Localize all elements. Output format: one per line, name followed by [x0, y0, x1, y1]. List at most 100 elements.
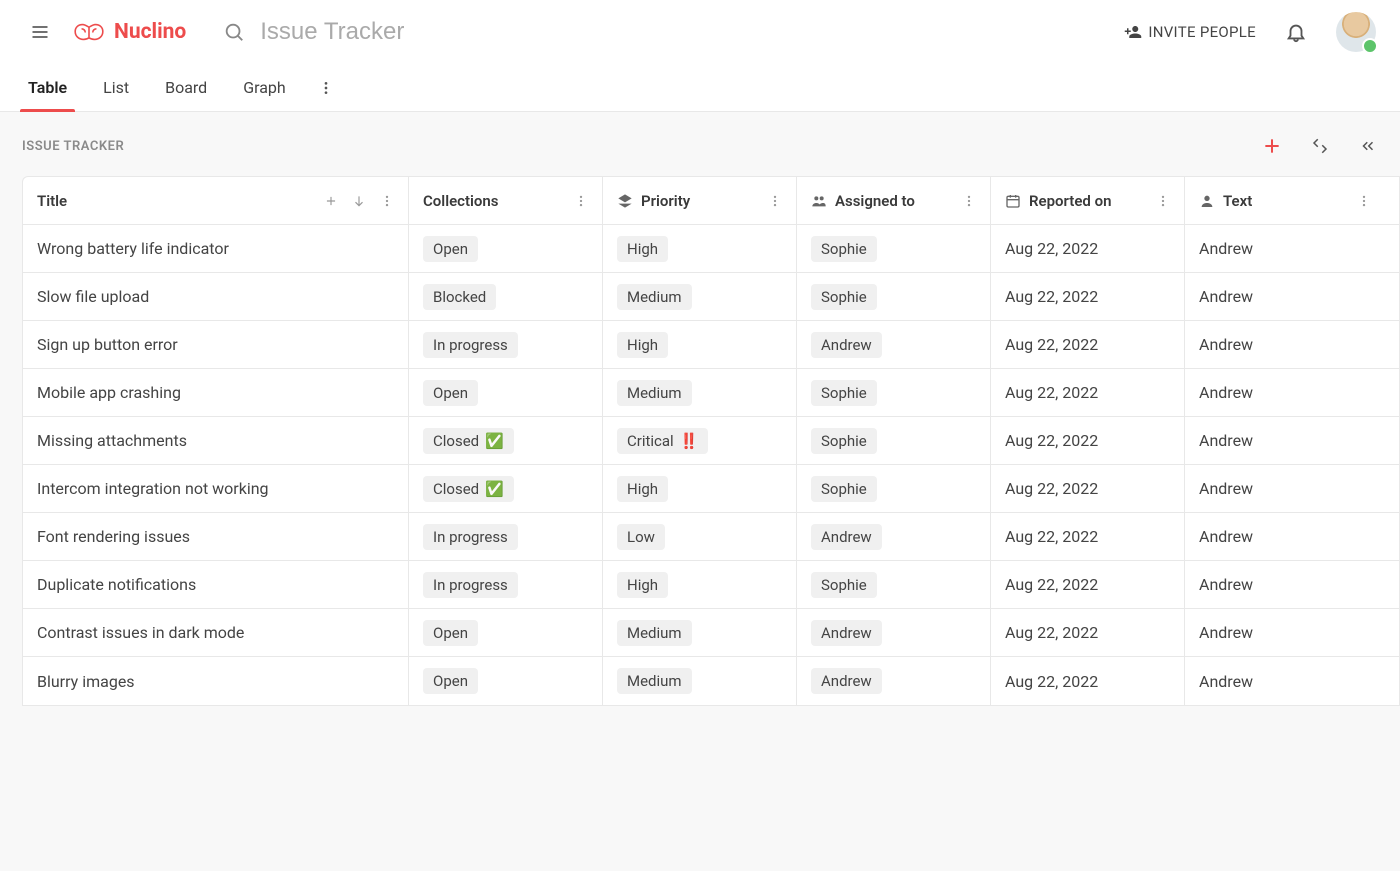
table-row[interactable]: Wrong battery life indicator Open High Soph… [23, 225, 1399, 273]
add-column-button[interactable] [324, 194, 338, 208]
priority-chip[interactable]: High [617, 332, 668, 358]
table-row[interactable]: Missing attachments Closed✅ Critical‼️ Soph… [23, 417, 1399, 465]
assignee-chip[interactable]: Sophie [811, 236, 877, 262]
priority-chip[interactable]: High [617, 572, 668, 598]
search-input[interactable] [258, 17, 558, 47]
priority-chip[interactable]: High [617, 476, 668, 502]
reporter-name: Andrew [1199, 287, 1253, 306]
collapse-button[interactable] [1304, 130, 1336, 162]
cell-title[interactable]: Intercom integration not working [23, 465, 409, 512]
priority-chip[interactable]: High [617, 236, 668, 262]
notifications-button[interactable] [1280, 16, 1312, 48]
cell-title[interactable]: Font rendering issues [23, 513, 409, 560]
collection-chip[interactable]: Blocked [423, 284, 496, 310]
priority-chip[interactable]: Medium [617, 620, 692, 646]
add-row-button[interactable] [1256, 130, 1288, 162]
collection-chip[interactable]: Open [423, 380, 478, 406]
column-header-title[interactable]: Title [23, 177, 409, 224]
assignee-chip[interactable]: Andrew [811, 668, 882, 694]
tab-list[interactable]: List [99, 64, 133, 111]
priority-chip[interactable]: Low [617, 524, 665, 550]
assignee-chip[interactable]: Sophie [811, 476, 877, 502]
tab-board[interactable]: Board [161, 64, 211, 111]
cell-assigned: Sophie [797, 561, 991, 608]
assignee-chip[interactable]: Sophie [811, 284, 877, 310]
bell-icon [1285, 21, 1307, 43]
collection-chip[interactable]: Open [423, 668, 478, 694]
people-icon [811, 193, 827, 209]
panel-toggle-button[interactable] [1352, 130, 1384, 162]
invite-label: INVITE PEOPLE [1148, 23, 1256, 41]
cell-title[interactable]: Mobile app crashing [23, 369, 409, 416]
assignee-chip[interactable]: Sophie [811, 572, 877, 598]
column-header-assigned[interactable]: Assigned to [797, 177, 991, 224]
sort-button[interactable] [352, 194, 366, 208]
cell-title[interactable]: Wrong battery life indicator [23, 225, 409, 272]
assignee-chip[interactable]: Sophie [811, 380, 877, 406]
column-header-text[interactable]: Text [1185, 177, 1385, 224]
cell-reported: Aug 22, 2022 [991, 657, 1185, 705]
column-title-more[interactable] [380, 194, 394, 208]
collection-chip[interactable]: In progress [423, 572, 518, 598]
search-button[interactable] [218, 16, 250, 48]
breadcrumb[interactable]: ISSUE TRACKER [22, 139, 124, 154]
column-assigned-more[interactable] [962, 194, 976, 208]
priority-chip[interactable]: Medium [617, 668, 692, 694]
cell-title[interactable]: Missing attachments [23, 417, 409, 464]
reported-date: Aug 22, 2022 [1005, 479, 1098, 498]
column-collections-label: Collections [423, 192, 499, 210]
table-row[interactable]: Mobile app crashingOpenMediumSophieAug 2… [23, 369, 1399, 417]
cell-title[interactable]: Sign up button error [23, 321, 409, 368]
tag-icon [617, 193, 633, 209]
table-row[interactable]: Blurry images Open Medium Andrew Aug 22, 202… [23, 657, 1399, 705]
column-assigned-label: Assigned to [835, 192, 915, 210]
tab-table[interactable]: Table [24, 64, 71, 111]
priority-chip[interactable]: Critical‼️ [617, 428, 708, 454]
cell-priority: Medium [603, 369, 797, 416]
tab-graph[interactable]: Graph [239, 64, 290, 111]
priority-chip[interactable]: Medium [617, 380, 692, 406]
assignee-chip[interactable]: Sophie [811, 428, 877, 454]
assignee-chip[interactable]: Andrew [811, 524, 882, 550]
tabs-more-button[interactable] [318, 80, 334, 96]
collection-chip[interactable]: Open [423, 620, 478, 646]
invite-people-button[interactable]: INVITE PEOPLE [1124, 23, 1256, 41]
brain-icon [72, 19, 106, 45]
table-row[interactable]: Duplicate notifications In progress High So… [23, 561, 1399, 609]
emoji-icon: ‼️ [680, 432, 699, 450]
table-row[interactable]: Slow file uploadBlockedMediumSophieAug 2… [23, 273, 1399, 321]
table-row[interactable]: Intercom integration not working Closed✅ H… [23, 465, 1399, 513]
brand-logo[interactable]: Nuclino [72, 19, 186, 45]
assignee-chip[interactable]: Andrew [811, 332, 882, 358]
issue-table: Title Collections Priority [22, 176, 1400, 706]
cell-title[interactable]: Duplicate notifications [23, 561, 409, 608]
assignee-chip[interactable]: Andrew [811, 620, 882, 646]
table-row[interactable]: Sign up button error In progress High Andre… [23, 321, 1399, 369]
column-priority-more[interactable] [768, 194, 782, 208]
cell-title[interactable]: Contrast issues in dark mode [23, 609, 409, 656]
column-collections-more[interactable] [574, 194, 588, 208]
column-header-collections[interactable]: Collections [409, 177, 603, 224]
column-header-priority[interactable]: Priority [603, 177, 797, 224]
table-row[interactable]: Font rendering issues In progress Low Andre… [23, 513, 1399, 561]
cell-assigned: Sophie [797, 225, 991, 272]
cell-collections: In progress [409, 513, 603, 560]
column-header-reported[interactable]: Reported on [991, 177, 1185, 224]
person-icon [1199, 193, 1215, 209]
user-avatar[interactable] [1336, 12, 1376, 52]
collection-chip[interactable]: In progress [423, 524, 518, 550]
cell-title[interactable]: Blurry images [23, 657, 409, 705]
cell-text: Andrew [1185, 561, 1385, 608]
priority-chip[interactable]: Medium [617, 284, 692, 310]
collection-chip[interactable]: Closed✅ [423, 476, 514, 502]
menu-button[interactable] [24, 16, 56, 48]
collection-chip[interactable]: Open [423, 236, 478, 262]
column-text-more[interactable] [1357, 194, 1371, 208]
table-row[interactable]: Contrast issues in dark mode Open Medium An… [23, 609, 1399, 657]
cell-assigned: Sophie [797, 273, 991, 320]
collection-chip[interactable]: Closed✅ [423, 428, 514, 454]
cell-assigned: Andrew [797, 513, 991, 560]
cell-title[interactable]: Slow file upload [23, 273, 409, 320]
column-reported-more[interactable] [1156, 194, 1170, 208]
collection-chip[interactable]: In progress [423, 332, 518, 358]
